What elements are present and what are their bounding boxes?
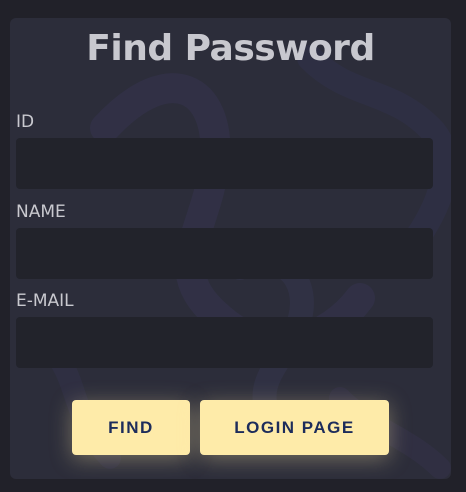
name-input[interactable]	[16, 228, 433, 279]
login-page-button[interactable]: LOGIN PAGE	[200, 400, 389, 455]
id-input[interactable]	[16, 138, 433, 189]
name-label: NAME	[16, 202, 66, 222]
email-label: E-MAIL	[16, 291, 74, 311]
page-title: Find Password	[86, 28, 375, 69]
find-button[interactable]: FIND	[72, 400, 190, 455]
email-input[interactable]	[16, 317, 433, 368]
id-label: ID	[16, 112, 35, 132]
find-password-card: Find Password ID NAME E-MAIL FIND LOGIN …	[10, 18, 451, 479]
